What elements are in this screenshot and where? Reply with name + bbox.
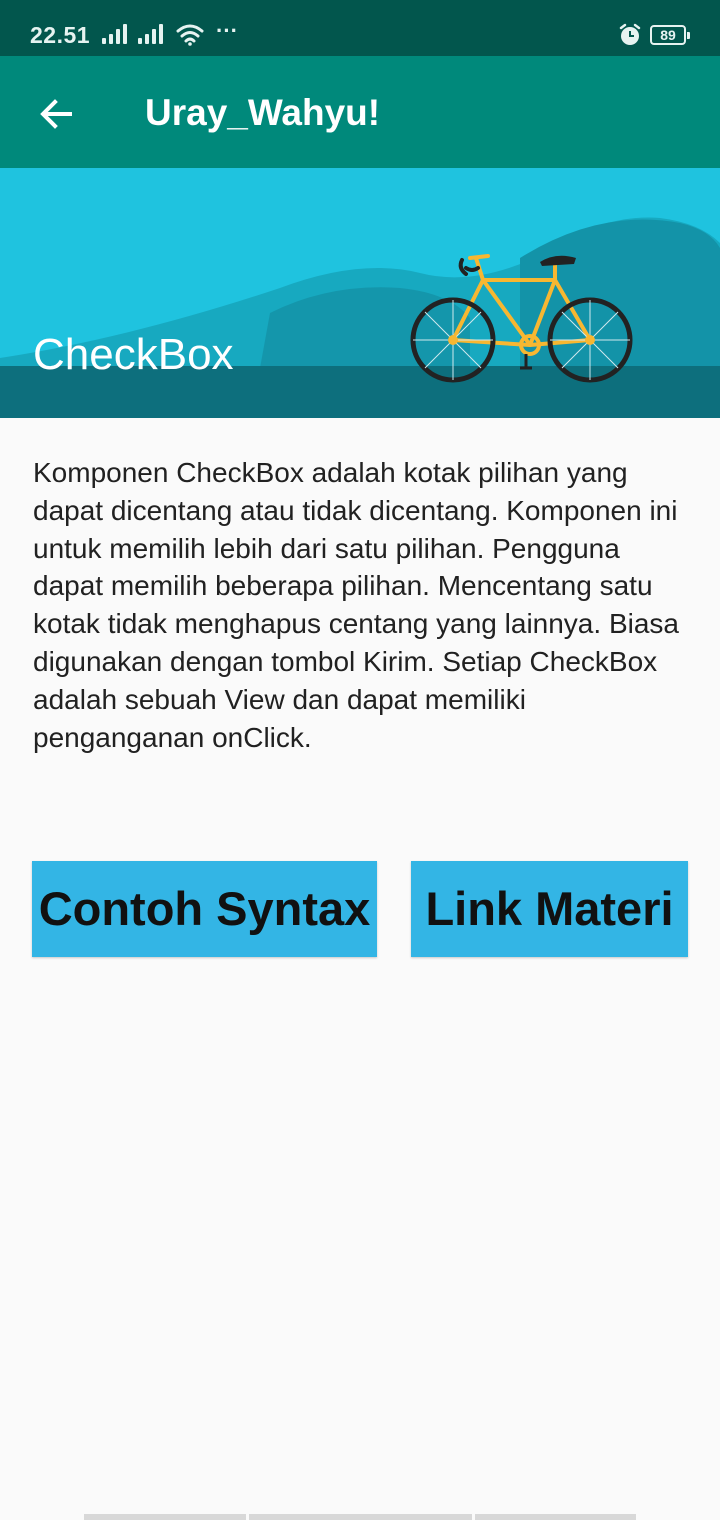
- nav-bar-segment: [84, 1514, 246, 1520]
- more-dots-icon: ···: [216, 18, 238, 43]
- page-title: Uray_Wahyu!: [145, 92, 381, 133]
- link-materi-button[interactable]: Link Materi: [411, 861, 688, 957]
- alarm-icon: [619, 23, 641, 45]
- app-bar: Uray_Wahyu!: [0, 56, 720, 168]
- arrow-back-icon[interactable]: [36, 94, 76, 134]
- status-bar: 22.51 ··· 89: [0, 0, 720, 56]
- battery-icon: 89: [650, 25, 690, 45]
- banner-title: CheckBox: [33, 330, 234, 379]
- banner-image: CheckBox: [0, 168, 720, 418]
- status-time: 22.51: [30, 22, 91, 48]
- wifi-icon: [176, 24, 204, 46]
- battery-level: 89: [660, 27, 676, 43]
- signal-icon: [138, 24, 166, 44]
- nav-bar-segment: [249, 1514, 472, 1520]
- contoh-syntax-button[interactable]: Contoh Syntax: [32, 861, 377, 957]
- checkbox-description: Komponen CheckBox adalah kotak pilihan y…: [33, 457, 679, 753]
- signal-icon: [102, 24, 130, 44]
- nav-bar-segment: [475, 1514, 636, 1520]
- mountain-bike-illustration: [0, 168, 720, 418]
